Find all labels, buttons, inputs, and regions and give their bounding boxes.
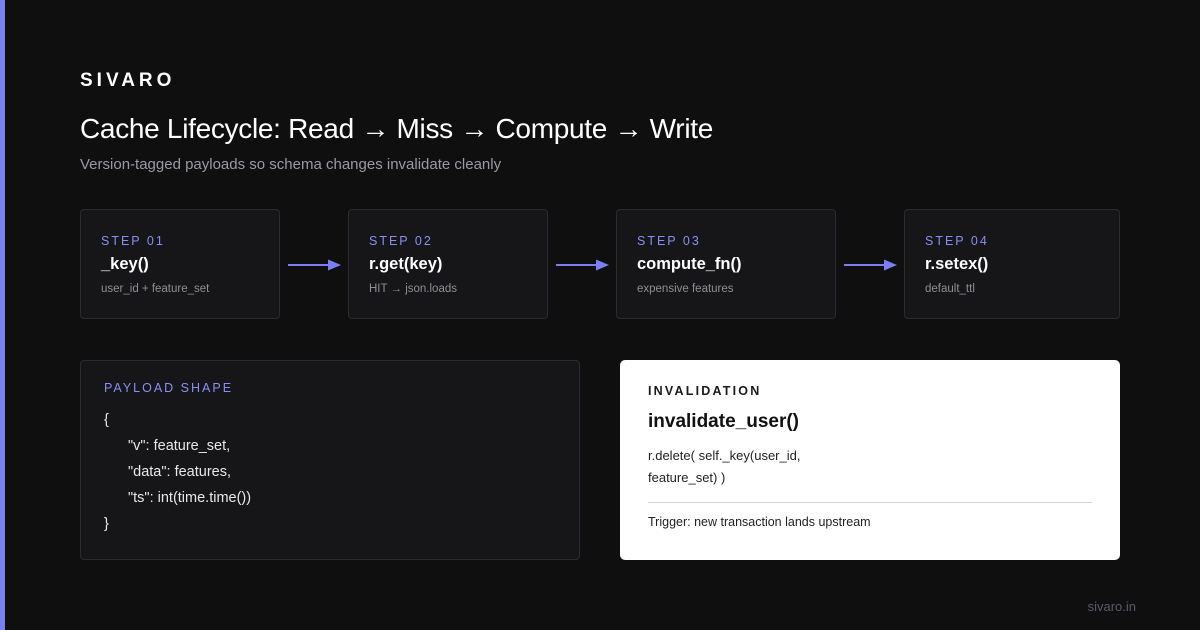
brand-logo: SIVARO	[80, 70, 176, 91]
code-line: {	[104, 412, 109, 428]
step-title: _key()	[101, 255, 149, 273]
step-card-3: STEP 03 compute_fn() expensive features	[616, 209, 836, 319]
payload-shape-card: PAYLOAD SHAPE { "v": feature_set, "data"…	[80, 360, 580, 560]
arrow-right-icon	[288, 259, 341, 271]
invalidation-label: INVALIDATION	[648, 384, 762, 398]
invalidation-code-line: feature_set) )	[648, 470, 726, 485]
invalidation-code: r.delete( self._key(user_id, feature_set…	[648, 445, 1092, 489]
page-subtitle: Version-tagged payloads so schema change…	[80, 156, 502, 173]
step-description: default_ttl	[925, 283, 975, 295]
step-title: r.get(key)	[369, 255, 443, 273]
arrow-right-icon	[844, 259, 897, 271]
invalidation-card: INVALIDATION invalidate_user() r.delete(…	[620, 360, 1120, 560]
step-title: compute_fn()	[637, 255, 742, 273]
step-description: user_id + feature_set	[101, 283, 210, 295]
footer-url: sivaro.in	[1087, 599, 1136, 614]
step-number: STEP 04	[925, 234, 989, 248]
step-card-1: STEP 01 _key() user_id + feature_set	[80, 209, 280, 319]
step-title: r.setex()	[925, 255, 989, 273]
invalidation-trigger: Trigger: new transaction lands upstream	[648, 515, 871, 529]
code-line: "ts": int(time.time())	[128, 490, 252, 506]
payload-label: PAYLOAD SHAPE	[104, 381, 234, 395]
step-card-2: STEP 02 r.get(key) HIT → json.loads	[348, 209, 548, 319]
accent-bar	[0, 0, 5, 630]
step-description: HIT → json.loads	[369, 283, 457, 295]
step-card-4: STEP 04 r.setex() default_ttl	[904, 209, 1120, 319]
code-line: "data": features,	[128, 464, 231, 480]
step-number: STEP 01	[101, 234, 165, 248]
step-number: STEP 03	[637, 234, 701, 248]
page-title: Cache Lifecycle: Read → Miss → Compute →…	[80, 113, 714, 144]
arrow-right-icon	[556, 259, 609, 271]
divider	[648, 502, 1092, 503]
code-line: "v": feature_set,	[128, 438, 231, 454]
invalidation-title: invalidate_user()	[648, 411, 799, 432]
code-line: }	[104, 516, 109, 532]
step-number: STEP 02	[369, 234, 433, 248]
invalidation-code-line: r.delete( self._key(user_id,	[648, 448, 801, 463]
step-description: expensive features	[637, 283, 734, 295]
